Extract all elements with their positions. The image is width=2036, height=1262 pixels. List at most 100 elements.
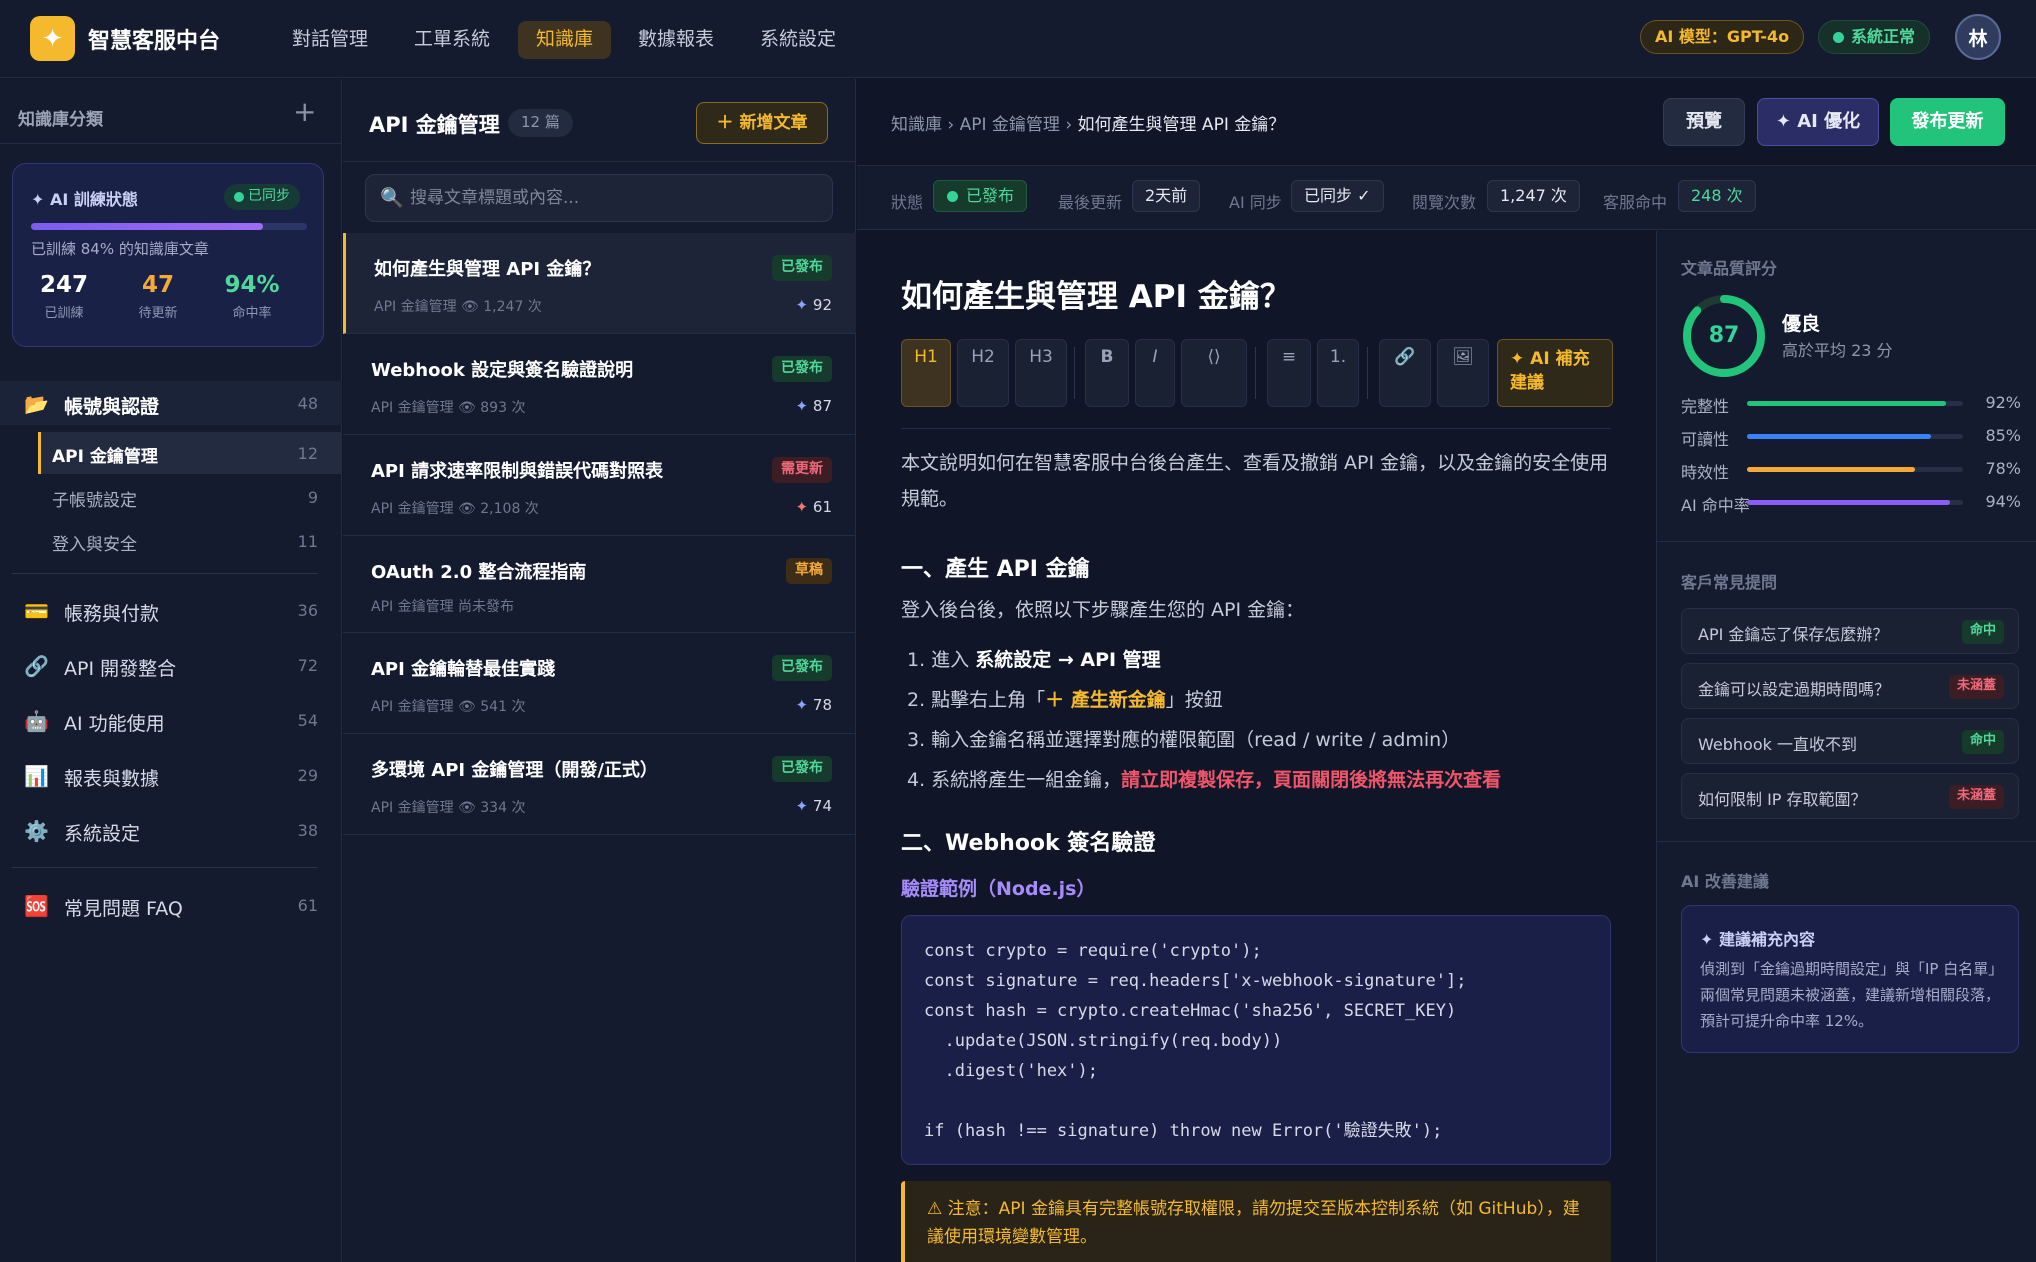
warning-callout: ⚠ 注意：API 金鑰具有完整帳號存取權限，請勿提交至版本控制系統（如 GitH…: [901, 1181, 1611, 1262]
category-api-integration[interactable]: 🔗 API 開發整合 72: [0, 643, 342, 687]
ai-fill-suggestion-button[interactable]: ✦ AI 補充 建議: [1497, 339, 1613, 407]
category-ai-features[interactable]: 🤖 AI 功能使用 54: [0, 698, 342, 742]
intro-paragraph: 本文說明如何在智慧客服中台後台產生、查看及撤銷 API 金鑰，以及金鑰的安全使用…: [901, 452, 1609, 510]
quality-title: 文章品質評分: [1681, 259, 1778, 278]
sos-icon: 🆘: [24, 894, 49, 918]
logo-icon: ✦: [30, 16, 75, 61]
subcategory-api-keys[interactable]: API 金鑰管理 12: [38, 432, 342, 474]
link-icon[interactable]: 🔗: [1379, 339, 1431, 407]
quality-row-completeness: 完整性 92%: [1681, 393, 2021, 416]
sparkle-icon: ✦: [795, 498, 809, 516]
status-badge: 草稿: [786, 558, 832, 584]
faq-item[interactable]: API 金鑰忘了保存怎麼辦？ 命中: [1681, 608, 2019, 654]
divider: [1074, 347, 1075, 399]
suggestion-card[interactable]: ✦ 建議補充內容 偵測到「金鑰過期時間設定」與「IP 白名單」兩個常見問題未被涵…: [1681, 905, 2019, 1053]
sync-dot-icon: [234, 192, 244, 202]
app-name: 智慧客服中台: [88, 29, 221, 54]
hits-value: 248 次: [1678, 180, 1756, 212]
ai-score: ✦ 92: [795, 296, 832, 314]
status-badge: 命中: [1961, 730, 2004, 754]
new-article-button[interactable]: ＋ 新增文章: [696, 102, 828, 144]
suggestion-card-desc: 偵測到「金鑰過期時間設定」與「IP 白名單」兩個常見問題未被涵蓋，建議新增相關段…: [1700, 960, 2004, 1030]
preview-button[interactable]: 預覽: [1663, 98, 1745, 146]
ai-score: ✦ 78: [795, 696, 832, 714]
article-item[interactable]: API 金鑰輪替最佳實踐 API 金鑰管理 👁 541 次 已發布 ✦ 78: [343, 633, 856, 734]
article-title[interactable]: 如何產生與管理 API 金鑰？: [901, 271, 1291, 316]
status-dot-icon: [1833, 32, 1844, 43]
nav-reports[interactable]: 數據報表: [620, 21, 732, 59]
quality-grade-sub: 高於平均 23 分: [1782, 341, 1893, 360]
ai-training-title: ✦ AI 訓練狀態: [31, 190, 138, 209]
quality-score-ring: 87: [1681, 293, 1767, 379]
top-navbar: ✦ 智慧客服中台 對話管理 工單系統 知識庫 數據報表 系統設定 AI 模型：G…: [0, 0, 2036, 78]
heading3-button[interactable]: H3: [1015, 339, 1067, 407]
updated-value: 2天前: [1132, 180, 1201, 212]
category-sidebar: 知識庫分類 + ✦ AI 訓練狀態 已同步 已訓練 84% 的知識庫文章 247…: [0, 79, 342, 1262]
divider: [901, 428, 1611, 429]
category-account-auth[interactable]: 📂 帳號與認證 48: [0, 381, 342, 425]
ai-optimize-button[interactable]: ✦ AI 優化: [1757, 98, 1879, 146]
nav-tickets[interactable]: 工單系統: [396, 21, 508, 59]
article-item[interactable]: OAuth 2.0 整合流程指南 API 金鑰管理 尚未發布 草稿: [343, 536, 856, 633]
avatar[interactable]: 林: [1955, 14, 2001, 60]
image-icon[interactable]: 🖼: [1437, 339, 1489, 407]
article-item[interactable]: API 請求速率限制與錯誤代碼對照表 API 金鑰管理 👁 2,108 次 需更…: [343, 435, 856, 536]
divider: [1367, 347, 1368, 399]
category-billing[interactable]: 💳 帳務與付款 36: [0, 588, 342, 632]
faq-item[interactable]: 金鑰可以設定過期時間嗎？ 未涵蓋: [1681, 663, 2019, 709]
status-badge: 已發布: [772, 356, 832, 382]
heading1-button[interactable]: H1: [901, 339, 951, 407]
training-progress-fill: [31, 223, 263, 230]
nav-knowledge-base[interactable]: 知識庫: [518, 21, 612, 59]
subcategory-sub-accounts[interactable]: 子帳號設定 9: [38, 476, 342, 518]
breadcrumb-kb[interactable]: 知識庫: [891, 115, 942, 135]
link-icon: 🔗: [24, 654, 49, 678]
search-input[interactable]: [410, 175, 820, 221]
category-faq[interactable]: 🆘 常見問題 FAQ 61: [0, 883, 342, 927]
list-title: API 金鑰管理: [369, 113, 500, 137]
code-button[interactable]: ⟨⟩: [1181, 339, 1247, 407]
divider: [1657, 541, 2036, 542]
numbered-list-button[interactable]: 1.: [1317, 339, 1359, 407]
bold-button[interactable]: B: [1085, 339, 1129, 407]
insights-panel: 文章品質評分 87 優良 高於平均 23 分 完整性 92% 可讀性 85% 時效性…: [1656, 231, 2036, 1262]
italic-button[interactable]: I: [1135, 339, 1175, 407]
divider: [343, 161, 856, 162]
status-badge: 命中: [1961, 620, 2004, 644]
ai-training-card: ✦ AI 訓練狀態 已同步 已訓練 84% 的知識庫文章 247 已訓練 47 待更…: [12, 163, 324, 347]
faq-item[interactable]: 如何限制 IP 存取範圍？ 未涵蓋: [1681, 773, 2019, 819]
status-badge: 未涵蓋: [1948, 675, 2004, 699]
add-category-icon[interactable]: +: [293, 95, 316, 128]
divider: [1255, 347, 1256, 399]
quality-row-readability: 可讀性 85%: [1681, 426, 2021, 449]
nav-settings[interactable]: 系統設定: [742, 21, 854, 59]
breadcrumb-category[interactable]: API 金鑰管理: [960, 115, 1060, 135]
ai-score: ✦ 87: [795, 397, 832, 415]
code-block[interactable]: const crypto = require('crypto'); const …: [901, 915, 1611, 1165]
system-status-badge: 系統正常: [1818, 20, 1931, 54]
quality-row-timeliness: 時效性 78%: [1681, 459, 2021, 482]
bullet-list-button[interactable]: ≡: [1267, 339, 1311, 407]
status-badge: 未涵蓋: [1948, 785, 2004, 809]
publish-button[interactable]: 發布更新: [1890, 98, 2005, 146]
subcategory-login-security[interactable]: 登入與安全 11: [38, 520, 342, 562]
category-reports[interactable]: 📊 報表與數據 29: [0, 753, 342, 797]
bar-chart-icon: 📊: [24, 764, 49, 788]
divider: [12, 867, 318, 868]
status-dot-icon: [947, 191, 958, 202]
nav-conversations[interactable]: 對話管理: [274, 21, 386, 59]
code-title: 驗證範例（Node.js）: [901, 878, 1096, 900]
section-heading: 二、Webhook 簽名驗證: [901, 831, 1156, 856]
faq-item[interactable]: Webhook 一直收不到 命中: [1681, 718, 2019, 764]
heading2-button[interactable]: H2: [957, 339, 1009, 407]
sidebar-title: 知識庫分類: [18, 110, 103, 130]
category-system-settings[interactable]: ⚙️ 系統設定 38: [0, 808, 342, 852]
training-progress-bar: [31, 223, 307, 230]
article-item[interactable]: 多環境 API 金鑰管理（開發/正式） API 金鑰管理 👁 334 次 已發布…: [343, 734, 856, 835]
quality-row-ai-hit-rate: AI 命中率 94%: [1681, 492, 2021, 515]
list-item: 2. 點擊右上角「＋ 產生新金鑰」按鈕: [907, 689, 1223, 711]
article-item[interactable]: Webhook 設定與簽名驗證說明 API 金鑰管理 👁 893 次 已發布 ✦…: [343, 334, 856, 435]
faq-title: 客戶常見提問: [1681, 573, 1778, 592]
ai-model-badge[interactable]: AI 模型：GPT-4o: [1640, 20, 1805, 54]
article-item[interactable]: 如何產生與管理 API 金鑰？ API 金鑰管理 👁 1,247 次 已發布 ✦…: [343, 233, 856, 334]
